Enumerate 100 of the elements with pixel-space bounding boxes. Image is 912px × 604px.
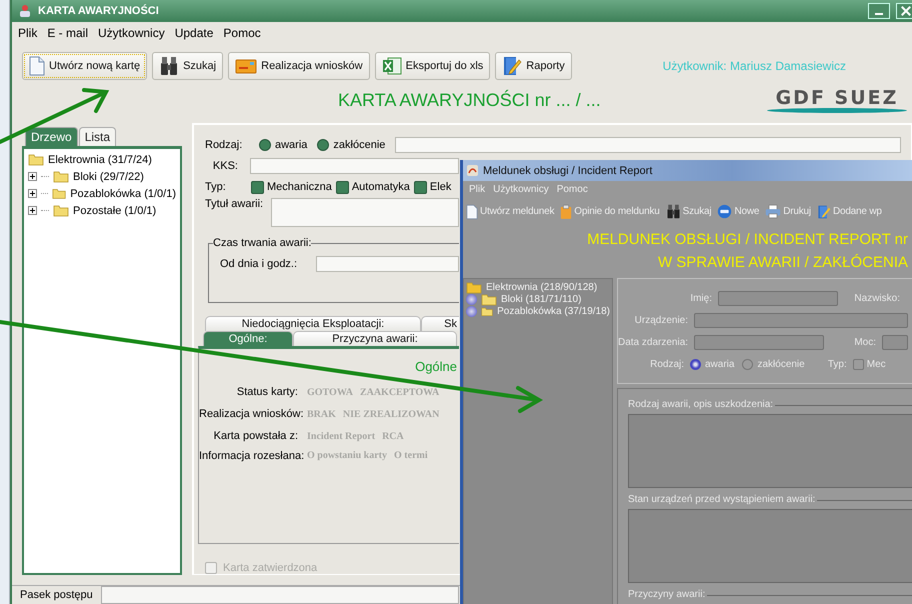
expand-toggle[interactable] [28,172,37,181]
field-label: Urządzenie: [634,314,689,326]
radio-label: awaria [275,139,308,152]
folder-icon [52,187,66,200]
toolbar-button[interactable]: Nowe [717,204,760,219]
checkbox-label: Automatyka [352,181,410,194]
folder-icon [53,170,69,183]
toolbar-button[interactable]: Raporty [495,52,572,80]
toolbar-button[interactable]: Realizacja wniosków [228,52,370,80]
tree-item[interactable]: Bloki (181/71/110) [501,294,582,304]
text-area[interactable] [628,414,912,488]
checkbox[interactable] [852,358,864,370]
tab[interactable]: Niedociągnięcia Eksploatacji: [205,316,421,332]
expand-toggle[interactable] [28,189,37,198]
close-button[interactable] [896,3,912,19]
menu-item[interactable]: Plik [18,26,38,40]
group-title: Rodzaj awarii, opis uszkodzenia: [628,399,776,410]
user-label: Użytkownik: Mariusz Damasiewicz [662,59,846,73]
toolbar-button[interactable]: Opinie do meldunku [560,204,660,220]
checkbox[interactable] [336,180,349,194]
toolbar-button[interactable]: Drukuj [765,204,811,219]
toolbar-button[interactable]: Szukaj [666,204,712,219]
tab[interactable]: Przyczyna awarii: [293,331,457,346]
radio-button[interactable] [742,358,754,370]
input-field[interactable] [316,256,459,272]
field-label: Typ: [826,358,848,370]
folder-icon [53,204,69,217]
minimize-button[interactable] [868,3,890,19]
field-label: Typ: [205,181,227,194]
spreadsheet-icon [382,56,402,76]
notebook-pencil-icon [816,204,831,220]
document-icon [29,56,45,76]
app-icon [18,4,32,18]
checkbox-label: Elek [430,181,452,194]
menu-item[interactable]: Plik [469,184,486,195]
logo: GDF SUEZ [762,87,912,113]
text-area[interactable] [628,509,912,583]
checkbox-label: Mechaniczna [267,181,332,194]
toolbar-button[interactable]: Utwórz nową kartę [22,52,148,80]
menu-item[interactable]: E - mail [47,26,88,40]
tab[interactable]: Lista [78,127,116,146]
radio-button[interactable] [317,139,330,152]
field-label: Informacja rozesłana: [199,450,306,462]
field-label: Data zdarzenia: [618,336,690,348]
toolbar-button[interactable]: Eksportuj do xls [374,52,490,80]
checkbox-label: Mec [866,358,886,370]
report-heading: MELDUNEK OBSŁUGI / INCIDENT REPORT nr [587,231,908,248]
menu-item[interactable]: Pomoc [223,26,261,40]
radio-label: zakłócenie [757,358,805,370]
menu-item[interactable]: Użytkownicy [98,26,165,40]
binoculars-icon [159,56,180,76]
menu-item[interactable]: Pomoc [556,184,588,195]
radio-button[interactable] [259,139,271,152]
radio-label: zakłócenie [333,139,386,152]
input-field[interactable] [250,158,459,174]
input-field[interactable] [395,137,901,154]
tab[interactable]: Drzewo [25,127,78,146]
tree-item[interactable]: Elektrownia (31/7/24) [48,154,152,166]
expand-toggle[interactable] [466,306,477,316]
input-field[interactable] [882,334,908,350]
clipboard-icon [560,204,572,220]
field-label: Tytuł awarii: [205,198,264,210]
field-label: Imię: [689,292,713,304]
app-icon [466,164,479,177]
field-label: Rodzaj: [205,139,244,152]
radio-button[interactable] [690,358,701,370]
expand-toggle[interactable] [28,206,37,215]
field-label: Nazwisko: [853,292,901,304]
tab[interactable]: Ogólne: [203,331,293,346]
binoculars-icon [666,204,681,219]
input-field[interactable] [718,290,838,306]
menu-item[interactable]: Update [174,26,214,40]
checkbox[interactable] [251,180,264,194]
toolbar-button[interactable]: Utwórz meldunek [466,204,554,220]
input-field[interactable] [694,312,908,328]
printer-icon [765,204,782,219]
tree-item[interactable]: Bloki (29/7/22) [73,170,144,182]
document-icon [466,204,478,220]
menu-item[interactable]: Użytkownicy [493,184,549,195]
field-label: Rodzaj: [649,358,685,370]
tab[interactable]: Sk [421,316,459,332]
tree-item[interactable]: Pozablokówka (37/19/18) [497,306,610,316]
field-label: Moc: [853,336,877,348]
report-heading: W SPRAWIE AWARII / ZAKŁÓCENIA [658,254,908,271]
folder-icon [28,153,44,166]
toolbar-button[interactable]: Dodane wp [816,204,882,220]
expand-toggle[interactable] [466,294,477,304]
input-field[interactable] [694,334,824,350]
tree-item[interactable]: Pozablokówka (1/0/1) [70,188,176,200]
group-title: Przyczyny awarii: [628,589,708,600]
field-label: Status karty: [236,386,299,398]
field-label: Od dnia i godz.: [220,258,298,270]
tree-item[interactable]: Elektrownia (218/90/128) [486,282,598,292]
toolbar-button[interactable]: Szukaj [152,52,224,80]
tree-item[interactable]: Pozostałe (1/0/1) [73,204,156,216]
new-badge-icon [717,204,732,219]
section-heading: Ogólne [415,359,457,374]
checkbox[interactable] [414,180,427,194]
group-title: Stan urządzeń przed wystąpieniem awarii: [628,494,818,505]
group-title: Czas trwania awarii: [213,237,312,250]
